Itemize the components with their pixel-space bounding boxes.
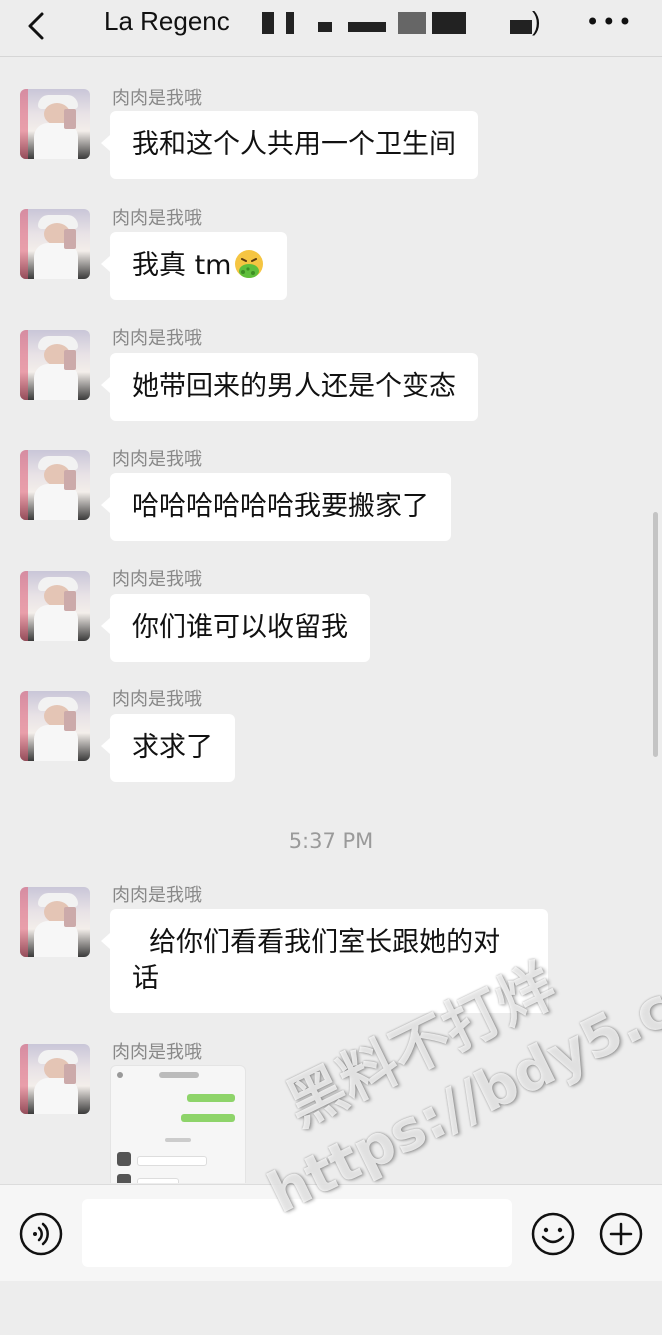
input-bar (0, 1184, 662, 1281)
redacted-title (286, 12, 294, 34)
avatar[interactable] (20, 571, 90, 641)
plus-icon[interactable] (598, 1211, 644, 1257)
redacted-title (348, 22, 386, 32)
chat-screenshot-thumbnail[interactable] (110, 1065, 246, 1183)
avatar[interactable] (20, 691, 90, 761)
chat-header: La Regenc ) ••• (0, 0, 662, 57)
message-bubble[interactable]: 给你们看看我们室长跟她的对话 (101, 909, 548, 1013)
sender-name: 肉肉是我哦 (112, 569, 202, 590)
avatar[interactable] (20, 1044, 90, 1114)
chat-title: La Regenc (104, 6, 230, 36)
message-bubble[interactable]: 她带回来的男人还是个变态 (101, 353, 478, 421)
chevron-left-icon[interactable] (20, 8, 56, 44)
avatar[interactable] (20, 887, 90, 957)
message-bubble[interactable]: 我真 tm (100, 232, 288, 300)
sender-name: 肉肉是我哦 (112, 689, 202, 710)
avatar[interactable] (20, 330, 90, 400)
voice-icon[interactable] (18, 1211, 64, 1257)
redacted-title (398, 12, 426, 34)
message-input[interactable] (82, 1199, 512, 1267)
avatar[interactable] (20, 209, 90, 279)
more-options-button[interactable]: ••• (586, 8, 634, 36)
sender-name: 肉肉是我哦 (112, 1042, 202, 1063)
avatar[interactable] (20, 89, 90, 159)
chat-title-tail: ) (532, 6, 541, 36)
emoji-icon[interactable] (530, 1211, 576, 1257)
timestamp: 5:37 PM (288, 829, 374, 853)
message-bubble[interactable]: 我和这个人共用一个卫生间 (101, 111, 478, 179)
sender-name: 肉肉是我哦 (112, 885, 202, 906)
sender-name: 肉肉是我哦 (112, 449, 202, 470)
message-bubble[interactable]: 哈哈哈哈哈哈我要搬家了 (101, 473, 451, 541)
message-text: 我真 tm (132, 250, 232, 281)
sender-name: 肉肉是我哦 (112, 328, 202, 349)
avatar[interactable] (20, 450, 90, 520)
redacted-title (510, 20, 532, 34)
message-bubble[interactable]: 你们谁可以收留我 (101, 594, 370, 662)
sender-name: 肉肉是我哦 (112, 88, 202, 109)
nauseated-face-icon (235, 250, 264, 278)
redacted-title (262, 12, 274, 34)
redacted-title (432, 12, 466, 34)
scrollbar[interactable] (653, 512, 658, 757)
redacted-title (318, 22, 332, 32)
sender-name: 肉肉是我哦 (112, 208, 202, 229)
message-list[interactable]: 肉肉是我哦 我和这个人共用一个卫生间 肉肉是我哦 我真 tm 肉肉是我哦 她带回… (0, 57, 662, 1183)
message-bubble[interactable]: 求求了 (101, 714, 235, 782)
